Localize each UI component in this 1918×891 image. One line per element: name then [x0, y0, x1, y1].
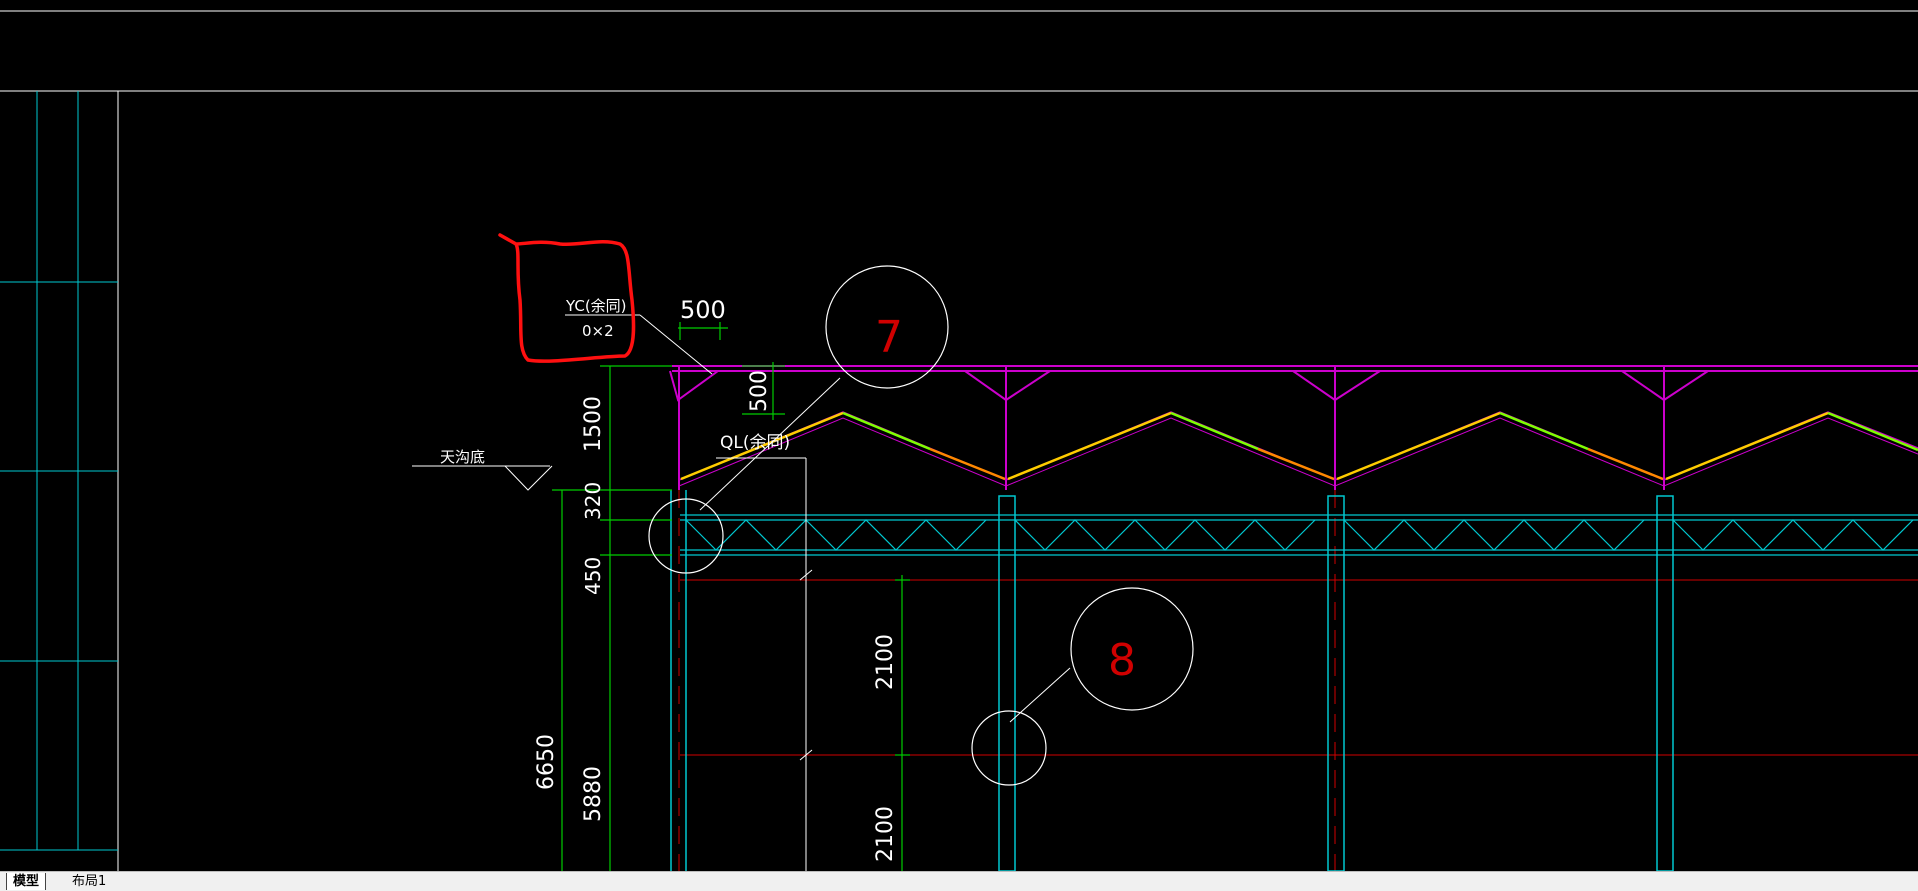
leader-lines — [412, 314, 1071, 871]
detail-marker-7: 7 — [875, 312, 903, 363]
detail-marker-8: 8 — [1108, 635, 1136, 686]
dim-5880: 5880 — [581, 766, 606, 822]
dim-1500: 1500 — [581, 396, 606, 452]
dim-2100-lower: 2100 — [873, 806, 898, 862]
tab-layout1[interactable]: 布局1 — [66, 873, 112, 890]
tab-model[interactable]: 模型 — [6, 873, 47, 890]
lattice-web — [1672, 519, 1914, 551]
dim-small-vertical: 500 — [747, 370, 772, 412]
columns — [670, 490, 1674, 871]
layout-tab-bar: 模型 布局1 — [0, 871, 1918, 891]
dim-6650: 6650 — [534, 734, 559, 790]
cad-drawing-canvas[interactable]: YC(余同) 0×2 天沟底 QL(余同) 7 8 500 500 1500 3… — [0, 0, 1918, 871]
gutter-label: 天沟底 — [440, 448, 485, 466]
title-block-grid — [0, 91, 118, 851]
joint-circle-column — [971, 710, 1047, 786]
section-label-top: YC(余同) — [565, 297, 627, 315]
dim-450: 450 — [581, 557, 605, 595]
roof-panels — [680, 411, 1918, 481]
lattice-web — [1014, 519, 1316, 551]
dim-320: 320 — [581, 482, 605, 520]
section-label-bottom: 0×2 — [582, 322, 614, 340]
lattice-truss — [680, 514, 1918, 556]
lattice-web — [1343, 519, 1645, 551]
roof-truss — [669, 365, 1918, 490]
dim-2100-upper: 2100 — [873, 634, 898, 690]
lattice-web — [685, 519, 987, 551]
dim-top-width: 500 — [680, 296, 726, 324]
purlin-label: QL(余同) — [720, 433, 790, 453]
axis-lines — [678, 490, 1918, 871]
